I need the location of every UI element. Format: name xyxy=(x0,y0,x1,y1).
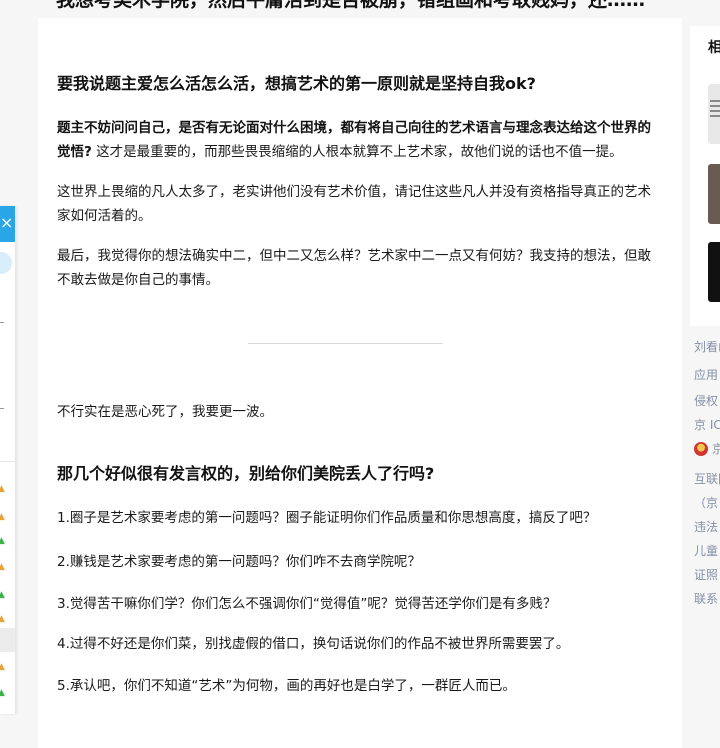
footer-badge-text[interactable]: 京 xyxy=(712,440,720,458)
related-thumbnail[interactable] xyxy=(708,164,720,224)
thumbnail-image xyxy=(710,100,720,120)
footer-link[interactable]: 儿童 xyxy=(694,542,720,560)
answer-paragraph-1: 题主不妨问问自己，是否有无论面对什么困境，都有将自己向往的艺术语言与理念表达给这… xyxy=(57,116,657,164)
close-icon[interactable]: × xyxy=(0,212,13,234)
panel-divider xyxy=(0,322,4,323)
answer-list-item: 4.过得不好还是你们菜，别找虚假的借口，换句话说你们的作品不被世界所需要罢了。 xyxy=(57,636,570,652)
police-badge-icon xyxy=(694,442,708,456)
answer-paragraph-1-rest: 这才是最重要的，而那些畏畏缩缩的人根本就算不上艺术家，故他们说的话也不值一提。 xyxy=(91,144,623,160)
panel-divider xyxy=(0,408,4,409)
footer-link[interactable]: 互联网 xyxy=(694,470,720,488)
rank-icon: ▲ xyxy=(0,614,5,624)
answer-list-item: 3.觉得苦干嘛你们学？你们怎么不强调你们“觉得值”呢？觉得苦还学你们是有多贱？ xyxy=(57,596,557,612)
answer-list-item: 1.圈子是艺术家要考虑的第一问题吗？圈子能证明你们作品质量和你思想高度，搞反了吧… xyxy=(57,510,597,526)
panel-item-selected[interactable] xyxy=(0,628,15,652)
panel-separator xyxy=(0,461,15,462)
footer-link[interactable]: 证照 xyxy=(694,566,720,584)
footer-link[interactable]: 京 IC xyxy=(694,416,720,434)
rank-icon: ▲ xyxy=(0,590,5,600)
rank-icon: ▲ xyxy=(0,512,5,522)
avatar[interactable] xyxy=(0,252,12,274)
rank-icon: ▲ xyxy=(0,484,5,494)
related-thumbnail[interactable] xyxy=(708,242,720,302)
answer-paragraph-4: 不行实在是恶心死了，我要更一波。 xyxy=(57,404,273,420)
footer-link[interactable]: （京 xyxy=(694,494,720,512)
rank-icon: ▲ xyxy=(0,688,5,698)
footer-link[interactable]: 联系 xyxy=(694,590,720,608)
rank-icon: ▲ xyxy=(0,662,5,672)
related-card: 相关 xyxy=(690,26,720,326)
answer-paragraph-3: 最后，我觉得你的想法确实中二，但中二又怎么样？艺术家中二一点又有何妨？我支持的想… xyxy=(57,248,651,288)
answer-list-item: 2.赚钱是艺术家要考虑的第一问题吗？你们咋不去商学院呢？ xyxy=(57,554,421,570)
rank-icon: ▲ xyxy=(0,562,5,572)
question-title[interactable]: 我想考美术学院，然后平庸活到是否被崩，错组画和考取贱妈，还…… xyxy=(56,0,696,14)
related-thumbnail[interactable] xyxy=(708,84,720,144)
rank-icon: ▲ xyxy=(0,536,5,546)
floating-side-panel[interactable]: × ▲ ▲ ▲ ▲ ▲ ▲ ▲ ▲ xyxy=(0,206,16,714)
related-card-title: 相关 xyxy=(708,40,720,56)
footer-link[interactable]: 违法 xyxy=(694,518,720,536)
footer-link[interactable]: 应用 xyxy=(694,366,720,384)
answer-heading-2: 那几个好似很有发言权的，别给你们美院丢人了行吗? xyxy=(57,464,435,483)
footer-link[interactable]: 侵权 xyxy=(694,392,720,410)
answer-card: 要我说题主爱怎么活怎么活，想搞艺术的第一原则就是坚持自我ok? 题主不妨问问自己… xyxy=(38,18,682,748)
answer-paragraph-2: 这世界上畏缩的凡人太多了，老实讲他们没有艺术价值，请记住这些凡人并没有资格指导真… xyxy=(57,184,651,224)
section-divider xyxy=(248,343,443,344)
answer-heading-1: 要我说题主爱怎么活怎么活，想搞艺术的第一原则就是坚持自我ok? xyxy=(57,74,536,93)
footer-link[interactable]: 刘看山 xyxy=(694,338,720,356)
answer-list-item: 5.承认吧，你们不知道“艺术”为何物，画的再好也是白学了，一群匠人而已。 xyxy=(57,678,516,694)
panel-header: × xyxy=(0,206,15,242)
